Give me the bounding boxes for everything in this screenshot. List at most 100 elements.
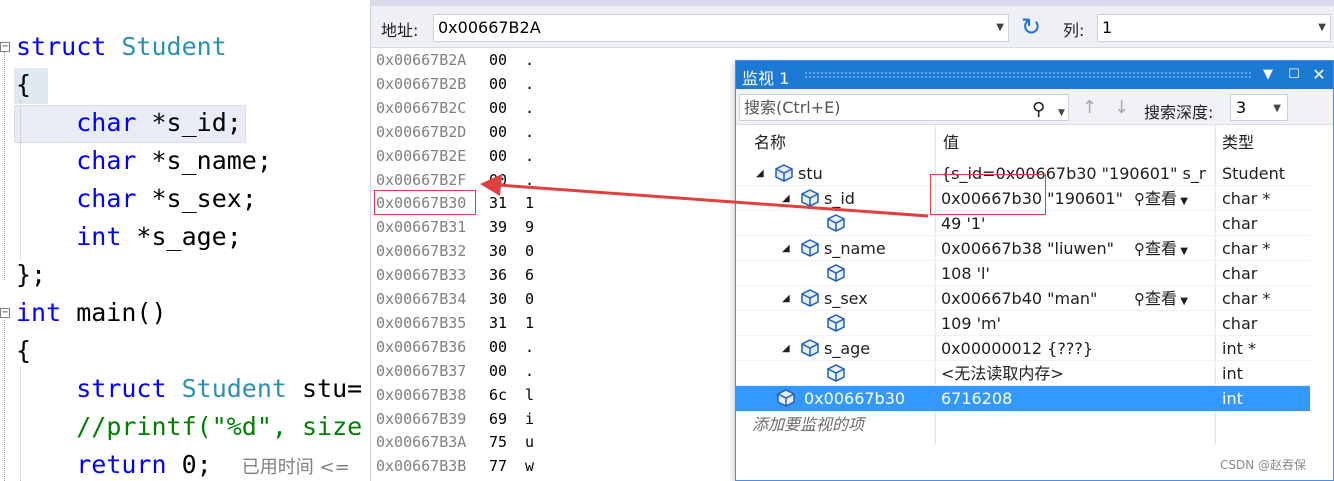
fold-collapse-icon[interactable]: − [0, 42, 10, 52]
watch-value[interactable]: <无法读取内存> [941, 361, 1206, 386]
memory-byte[interactable]: 77 [489, 454, 507, 478]
memory-row[interactable]: 0x00667B34 30 0 [371, 287, 741, 311]
memory-byte[interactable]: 00 [489, 168, 507, 192]
expander-icon[interactable]: ◢ [782, 186, 790, 211]
arrow-down-icon[interactable]: ↓ [1114, 97, 1129, 118]
column-header-value[interactable]: 值 [943, 125, 959, 157]
memory-row[interactable]: 0x00667B32 30 0 [371, 239, 741, 263]
memory-rows[interactable]: 0x00667B2A 00. 0x00667B2B 00. 0x00667B2C 00. 0… [371, 48, 741, 481]
code-editor[interactable]: − − struct Student { char *s_id; char *s_… [0, 0, 372, 481]
memory-row[interactable]: 0x00667B36 00. [371, 335, 741, 359]
watch-name[interactable]: stu [798, 161, 823, 186]
memory-char: . [525, 170, 535, 189]
memory-byte[interactable]: 30 [489, 287, 507, 311]
memory-row[interactable]: 0x00667B2B 00. [371, 72, 741, 96]
chevron-down-icon[interactable]: ▼ [1177, 296, 1188, 307]
memory-byte[interactable]: 00 [489, 72, 507, 96]
memory-row[interactable]: 0x00667B2A 00. [371, 48, 741, 72]
memory-byte[interactable]: 75 [489, 430, 507, 454]
chevron-down-icon[interactable]: ▼ [1177, 196, 1188, 207]
memory-byte[interactable]: 39 [489, 215, 507, 239]
expander-icon[interactable]: ◢ [782, 286, 790, 311]
search-icon[interactable]: ⚲ [1032, 97, 1045, 122]
column-header-name[interactable]: 名称 [754, 125, 786, 157]
memory-row[interactable]: 0x00667B37 00. [371, 359, 741, 383]
memory-byte[interactable]: 36 [489, 263, 507, 287]
memory-byte[interactable]: 6c [489, 383, 507, 407]
memory-row[interactable]: 0x00667B2E 00. [371, 144, 741, 168]
watch-row[interactable]: ◢ s_name 0x00667b38 "liuwen" ⚲查看 ▼ char * [736, 236, 1310, 261]
view-label: 查看 [1145, 289, 1178, 308]
memory-byte[interactable]: 00 [489, 144, 507, 168]
expander-icon[interactable]: ◢ [782, 236, 790, 261]
memory-row[interactable]: 0x00667B39 69 i [371, 407, 741, 431]
watch-name[interactable]: s_age [824, 336, 870, 361]
chevron-down-icon[interactable]: ▼ [1273, 96, 1281, 121]
refresh-icon[interactable]: ↻ [1017, 14, 1045, 42]
memory-byte[interactable]: 00 [489, 96, 507, 120]
title-drag-grip[interactable] [804, 71, 1252, 79]
watch-row[interactable]: 108 'l' char [736, 261, 1310, 286]
search-depth-select[interactable]: 3 ▼ [1230, 94, 1288, 121]
expander-icon[interactable]: ◢ [756, 161, 764, 186]
memory-byte[interactable]: 00 [489, 120, 507, 144]
watch-row[interactable]: ◢ s_sex 0x00667b40 "man" ⚲查看 ▼ char * [736, 286, 1310, 311]
memory-char: u [525, 433, 535, 452]
watch-row[interactable]: 109 'm' char [736, 311, 1310, 336]
watch-value[interactable]: 0x00000012 {???} [941, 336, 1206, 361]
chevron-down-icon[interactable]: ▼ [1318, 15, 1326, 41]
maximize-icon[interactable]: ☐ [1285, 65, 1303, 85]
memory-address: 0x00667B2F [376, 170, 467, 189]
code-token: { [16, 70, 32, 99]
memory-byte[interactable]: 00 [489, 48, 507, 72]
memory-byte[interactable]: 00 [489, 335, 507, 359]
watch-name[interactable]: s_sex [824, 286, 868, 311]
watch-value[interactable]: 6716208 [941, 386, 1206, 411]
memory-address: 0x00667B2D [376, 122, 467, 141]
memory-row[interactable]: 0x00667B2C 00. [371, 96, 741, 120]
memory-row[interactable]: 0x00667B3A 75 u [371, 430, 741, 454]
memory-row[interactable]: 0x00667B3B 77 w [371, 454, 741, 478]
memory-row[interactable]: 0x00667B38 6c l [371, 383, 741, 407]
memory-byte[interactable]: 69 [489, 407, 507, 431]
column-header-type[interactable]: 类型 [1222, 125, 1254, 157]
watch-value[interactable]: 109 'm' [941, 311, 1206, 336]
watch-value[interactable]: 108 'l' [941, 261, 1206, 286]
memory-byte[interactable]: 31 [489, 311, 507, 335]
chevron-down-icon[interactable]: ▼ [996, 15, 1004, 41]
search-input[interactable]: 搜索(Ctrl+E) ⚲ ▼ [739, 94, 1069, 121]
watch-name[interactable]: 0x00667b30 [804, 386, 905, 411]
column-select[interactable]: 1 ▼ [1097, 14, 1331, 42]
watch-name[interactable]: s_id [824, 186, 855, 211]
memory-row[interactable]: 0x00667B2F 00. [371, 168, 741, 192]
memory-row[interactable]: 0x00667B31 39 9 [371, 215, 741, 239]
watch-window[interactable]: 监视 1 ▼ ☐ ✕ 搜索(Ctrl+E) ⚲ ▼ ↑ ↓ 搜索深度: 3 ▼ … [735, 60, 1334, 481]
watch-type: char [1222, 314, 1258, 333]
arrow-up-icon[interactable]: ↑ [1082, 97, 1097, 118]
address-input[interactable]: 0x00667B2A ▼ [433, 14, 1009, 42]
memory-byte[interactable]: 31 [489, 191, 507, 215]
memory-row[interactable]: 0x00667B2D 00. [371, 120, 741, 144]
watch-row[interactable]: 0x00667b30 6716208 int [736, 386, 1310, 411]
view-label: 查看 [1145, 189, 1178, 208]
memory-byte[interactable]: 30 [489, 239, 507, 263]
chevron-down-icon[interactable]: ▼ [1177, 246, 1188, 257]
memory-byte[interactable]: 00 [489, 359, 507, 383]
watch-title-bar[interactable]: 监视 1 ▼ ☐ ✕ [736, 61, 1333, 89]
column-label: 列: [1063, 21, 1085, 40]
watch-row[interactable]: <无法读取内存> int [736, 361, 1310, 386]
add-watch-item[interactable]: 添加要监视的项 [752, 411, 864, 435]
fold-collapse-icon[interactable]: − [0, 308, 10, 318]
memory-address: 0x00667B2E [376, 146, 467, 165]
watch-row[interactable]: ◢ s_age 0x00000012 {???} int * [736, 336, 1310, 361]
chevron-down-icon[interactable]: ▼ [1058, 101, 1065, 126]
watch-name[interactable]: s_name [824, 236, 886, 261]
perf-tip[interactable]: 已用时间 <= [242, 457, 350, 478]
window-menu-icon[interactable]: ▼ [1259, 65, 1277, 85]
code-token: struct [76, 374, 167, 403]
memory-row[interactable]: 0x00667B33 36 6 [371, 263, 741, 287]
expander-icon[interactable]: ◢ [782, 336, 790, 361]
memory-row[interactable]: 0x00667B35 31 1 [371, 311, 741, 335]
close-icon[interactable]: ✕ [1310, 65, 1328, 85]
